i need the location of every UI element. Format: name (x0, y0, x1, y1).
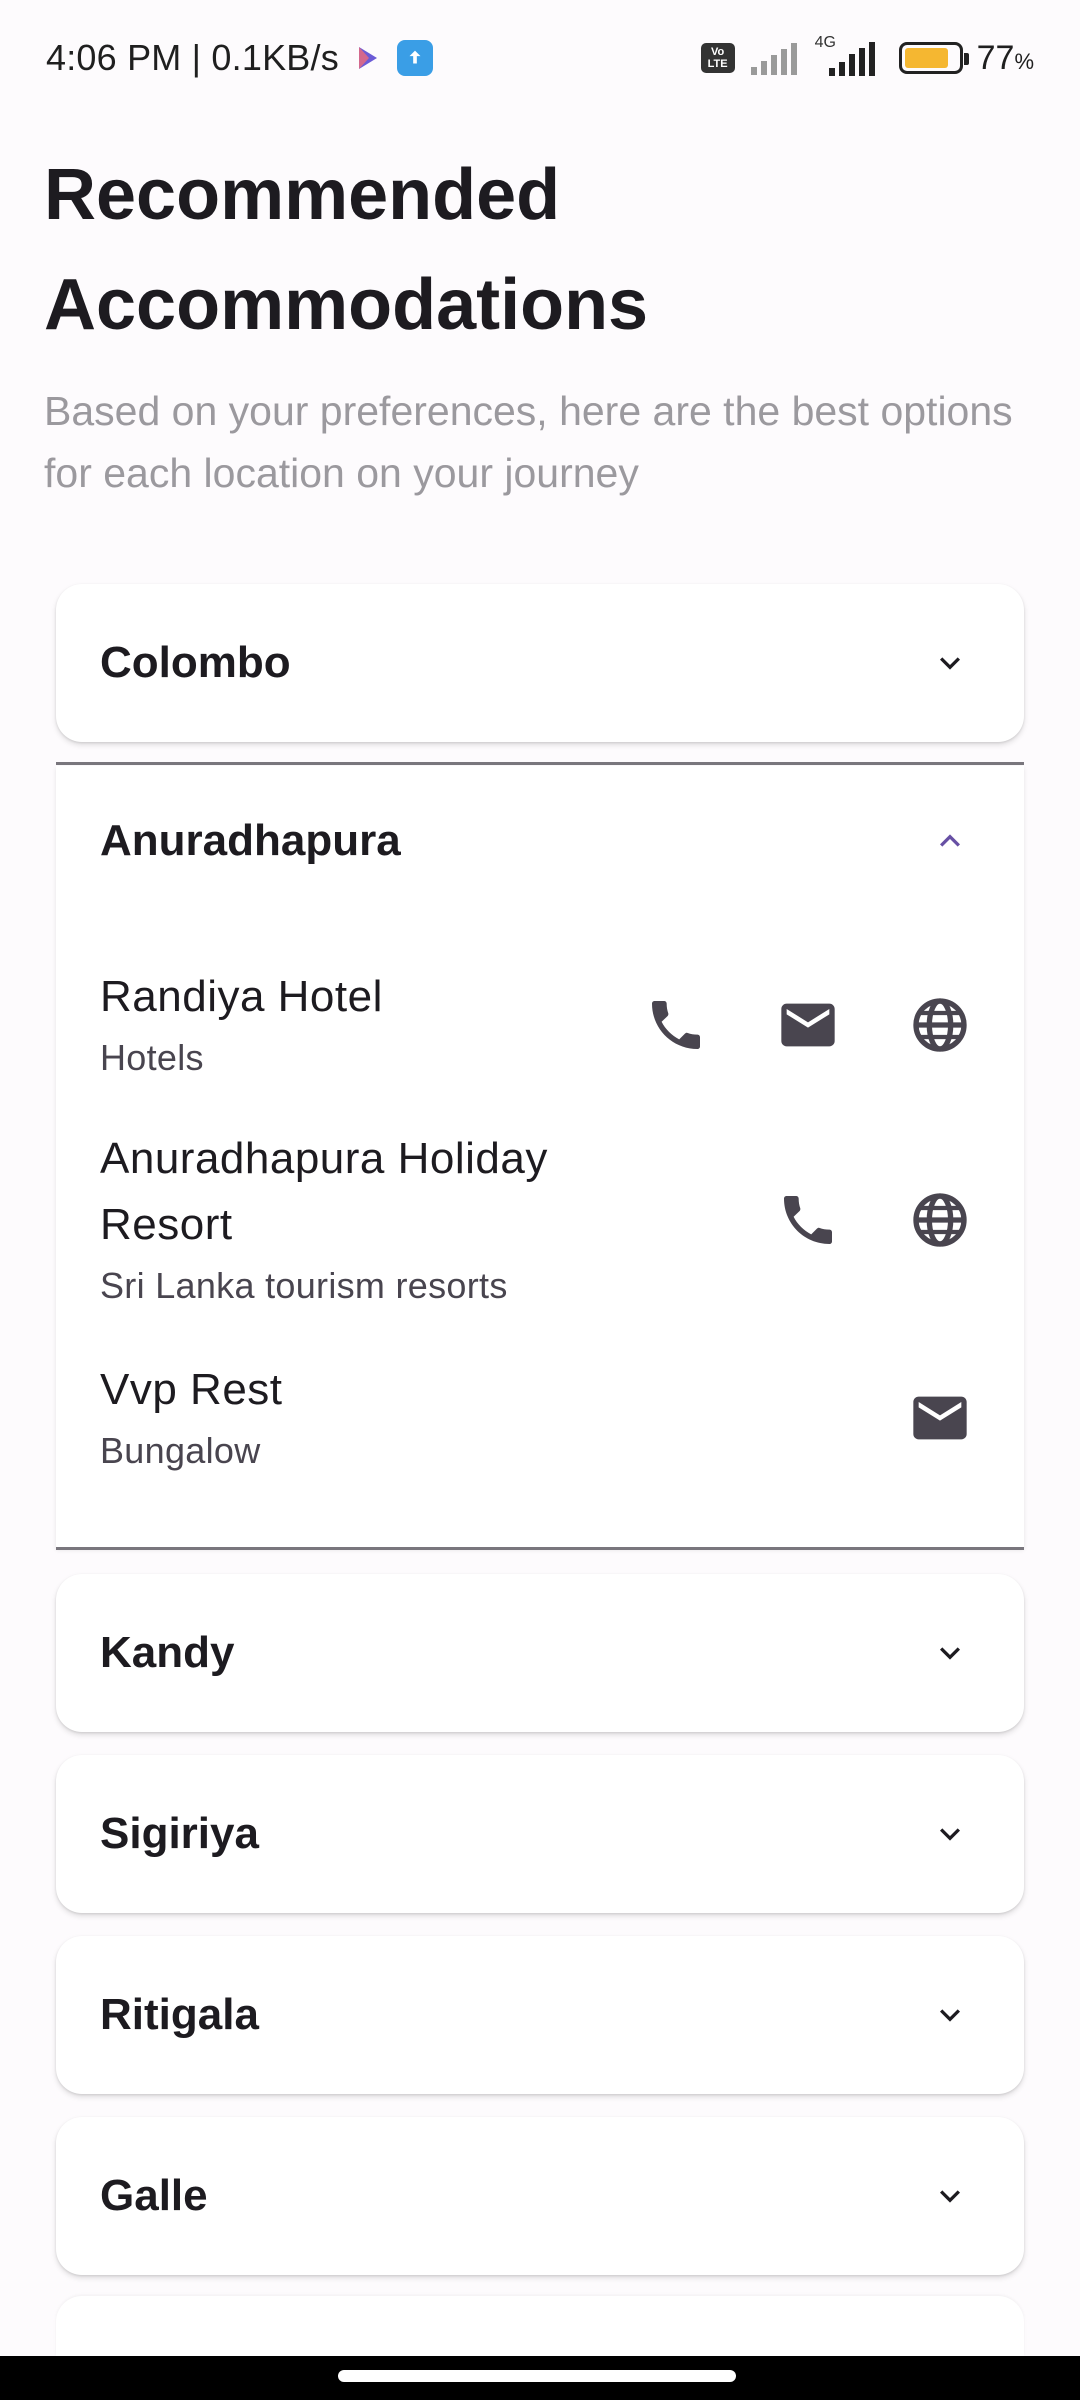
item-actions (768, 1180, 980, 1260)
globe-icon[interactable] (900, 985, 980, 1065)
play-store-icon (358, 47, 377, 69)
item-actions (900, 1378, 980, 1458)
location-name: Anuradhapura (100, 816, 401, 865)
location-card-galle[interactable]: Galle (56, 2117, 1024, 2275)
accommodation-category: Sri Lanka tourism resorts (100, 1265, 508, 1306)
page-subtitle: Based on your preferences, here are the … (44, 388, 1013, 496)
item-text: Randiya Hotel Hotels (100, 964, 620, 1086)
list-item[interactable]: Randiya Hotel Hotels (56, 942, 1024, 1108)
accommodation-category: Hotels (100, 1037, 204, 1078)
partially-visible-card (56, 2296, 1024, 2356)
mail-icon[interactable] (900, 1378, 980, 1458)
status-time: 4:06 PM | 0.1KB/s (46, 37, 339, 78)
divider (56, 1547, 1024, 1550)
chevron-down-icon[interactable] (920, 2166, 980, 2226)
mail-icon[interactable] (768, 985, 848, 1065)
accommodation-name: Vvp Rest (100, 1365, 283, 1414)
globe-icon[interactable] (900, 1180, 980, 1260)
chevron-down-icon[interactable] (920, 1985, 980, 2045)
location-name: Ritigala (100, 1990, 259, 2039)
location-header-colombo[interactable]: Colombo (56, 584, 1024, 742)
location-name: Sigiriya (100, 1809, 259, 1858)
chevron-up-icon[interactable] (920, 811, 980, 871)
network-type: 4G (814, 34, 836, 51)
location-header-ritigala[interactable]: Ritigala (56, 1936, 1024, 2094)
location-name: Kandy (100, 1628, 235, 1677)
upload-icon (396, 40, 433, 76)
battery-icon (898, 42, 969, 74)
signal-icon-2: 4G (815, 34, 885, 78)
item-text: Anuradhapura Holiday Resort Sri Lanka to… (100, 1126, 620, 1314)
phone-icon[interactable] (636, 985, 716, 1065)
location-header-kandy[interactable]: Kandy (56, 1574, 1024, 1732)
location-card-colombo[interactable]: Colombo (56, 584, 1024, 742)
battery-percent: 77% (976, 38, 1034, 77)
location-card-sigiriya[interactable]: Sigiriya (56, 1755, 1024, 1913)
volte-icon: Vo LTE (700, 43, 735, 73)
status-bar: 4:06 PM | 0.1KB/s Vo LTE 4G 77% (0, 0, 1080, 116)
signal-icon-1 (750, 43, 797, 75)
accommodation-name: Anuradhapura Holiday Resort (100, 1134, 548, 1249)
page-title: Recommended Accommodations (44, 155, 649, 345)
location-header-anuradhapura[interactable]: Anuradhapura (56, 766, 1024, 916)
location-card-anuradhapura: Anuradhapura Randiya Hotel Hotels Anurad… (56, 766, 1024, 1548)
status-left: 4:06 PM | 0.1KB/s (46, 37, 433, 79)
location-card-ritigala[interactable]: Ritigala (56, 1936, 1024, 2094)
accommodation-name: Randiya Hotel (100, 972, 383, 1021)
location-name: Galle (100, 2171, 208, 2220)
divider (56, 762, 1024, 765)
item-text: Vvp Rest Bungalow (100, 1357, 620, 1479)
location-header-sigiriya[interactable]: Sigiriya (56, 1755, 1024, 1913)
chevron-down-icon[interactable] (920, 633, 980, 693)
home-indicator[interactable] (338, 2370, 736, 2382)
screen: 4:06 PM | 0.1KB/s Vo LTE 4G 77% Recommen… (0, 0, 1080, 2400)
chevron-down-icon[interactable] (920, 1804, 980, 1864)
accommodation-category: Bungalow (100, 1430, 261, 1471)
list-item[interactable]: Vvp Rest Bungalow (56, 1332, 1024, 1504)
chevron-down-icon[interactable] (920, 1623, 980, 1683)
location-header-galle[interactable]: Galle (56, 2117, 1024, 2275)
status-right: Vo LTE 4G 77% (700, 34, 1034, 78)
item-actions (636, 985, 980, 1065)
location-card-kandy[interactable]: Kandy (56, 1574, 1024, 1732)
list-item[interactable]: Anuradhapura Holiday Resort Sri Lanka to… (56, 1108, 1024, 1332)
location-name: Colombo (100, 638, 291, 687)
phone-icon[interactable] (768, 1180, 848, 1260)
